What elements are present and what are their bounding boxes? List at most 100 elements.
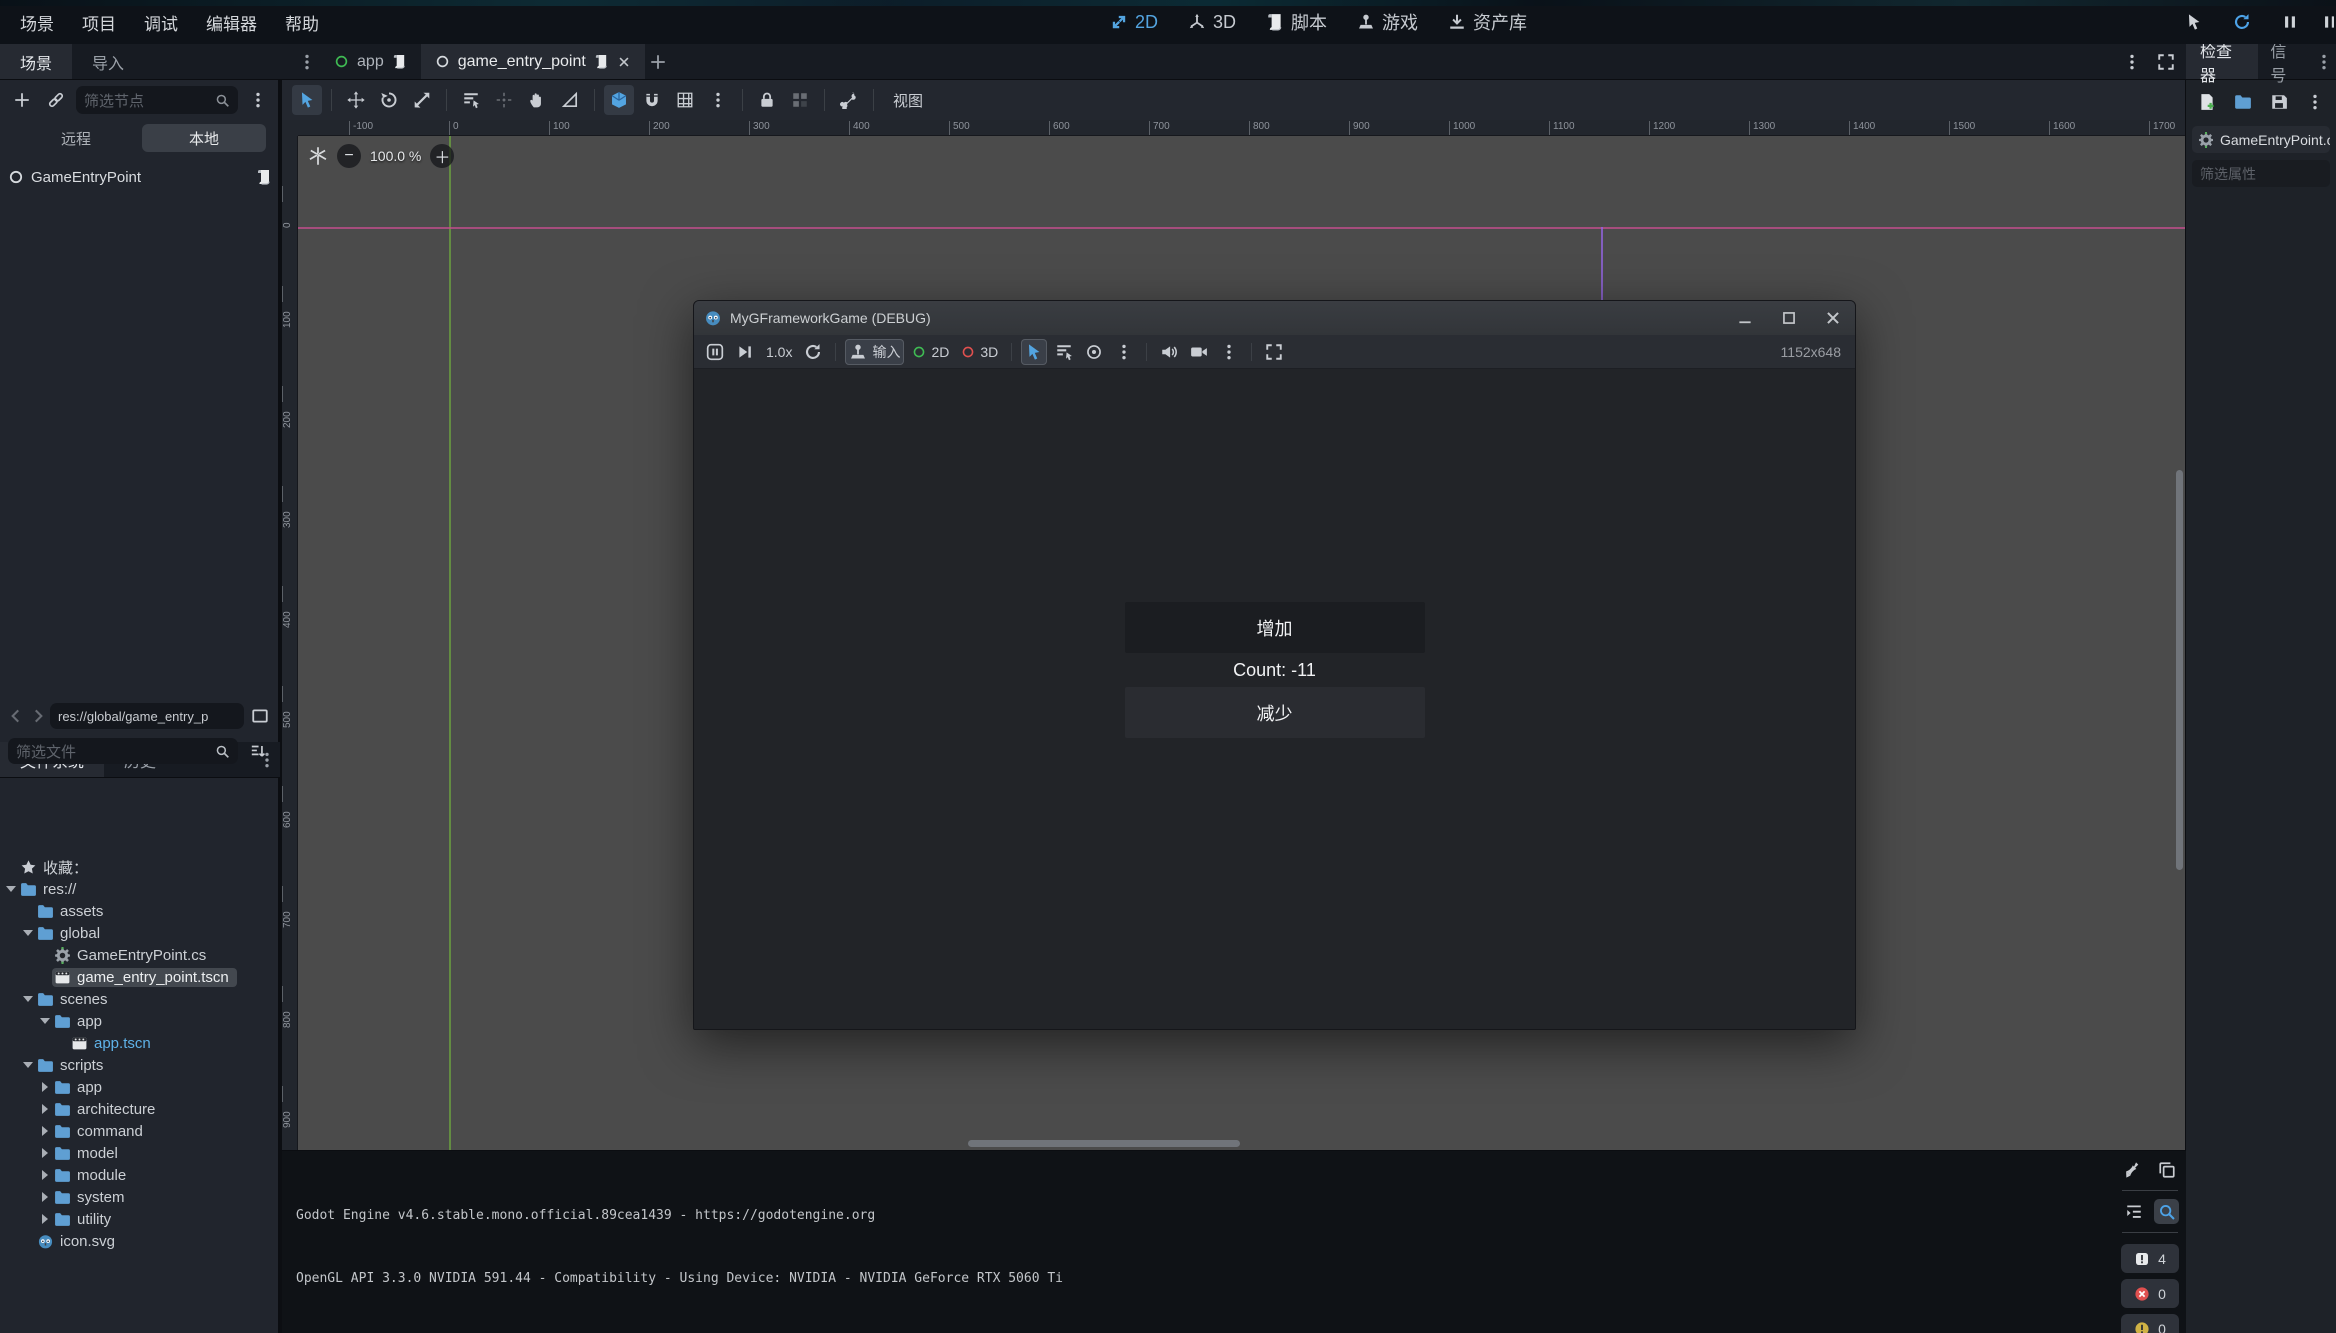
game-list-select-button[interactable] (1051, 339, 1077, 365)
load-resource-button[interactable] (2230, 88, 2256, 116)
zoom-in-button[interactable]: ＋ (430, 144, 454, 168)
file-tree-item-model[interactable]: model (0, 1142, 280, 1164)
copy-output-button[interactable] (2154, 1157, 2179, 1182)
script-icon[interactable] (594, 54, 609, 69)
zoom-out-button[interactable]: − (337, 144, 361, 168)
snap-options-menu-button[interactable] (703, 85, 733, 115)
grid-snap-button[interactable] (670, 85, 700, 115)
dock-tab-scene[interactable]: 场景 (0, 44, 72, 79)
pan-tool-button[interactable] (522, 85, 552, 115)
expand-arrow[interactable] (38, 1170, 52, 1180)
error-count-badge[interactable]: 0 (2121, 1279, 2179, 1308)
embed-fullscreen-button[interactable] (1261, 339, 1287, 365)
mode-2d-button[interactable]: 2D (908, 339, 953, 365)
workspace-2d[interactable]: 2D (1100, 7, 1168, 38)
file-tree-item-res-root[interactable]: res:// (0, 878, 280, 900)
close-button[interactable] (1811, 301, 1855, 335)
clear-output-button[interactable] (2121, 1157, 2146, 1182)
expand-arrow[interactable] (38, 1214, 52, 1224)
group-node-button[interactable] (785, 85, 815, 115)
workspace-script[interactable]: 脚本 (1256, 4, 1337, 40)
expand-arrow[interactable] (38, 1104, 52, 1114)
file-tree-item-gameentrypoint-cs[interactable]: GameEntryPoint.cs (0, 944, 280, 966)
horizontal-scrollbar[interactable] (968, 1140, 1240, 1147)
file-tree-item-scripts[interactable]: scripts (0, 1054, 280, 1076)
scene-tree-root-node[interactable]: GameEntryPoint (0, 164, 280, 190)
remote-button[interactable]: 远程 (14, 124, 138, 152)
scale-tool-button[interactable] (407, 85, 437, 115)
increase-button[interactable]: 增加 (1125, 602, 1425, 653)
expand-arrow[interactable] (21, 996, 35, 1002)
mode-3d-button[interactable]: 3D (957, 339, 1002, 365)
zoom-level[interactable]: 100.0 % (370, 148, 421, 164)
camera-button[interactable] (1186, 339, 1212, 365)
pivot-tool-button[interactable] (489, 85, 519, 115)
scene-tab-game-entry-point[interactable]: game_entry_point (421, 44, 645, 79)
camera-override-button[interactable] (1081, 339, 1107, 365)
reset-speed-button[interactable] (800, 339, 826, 365)
decrease-button[interactable]: 减少 (1125, 687, 1425, 738)
scene-dock-menu-button[interactable] (244, 86, 272, 114)
file-tree-item-scripts-app[interactable]: app (0, 1076, 280, 1098)
canvas-area[interactable]: − 100.0 % ＋ MyGFrameworkGame (DEBUG) (298, 136, 2185, 1150)
ruler-tool-button[interactable] (555, 85, 585, 115)
list-select-tool-button[interactable] (456, 85, 486, 115)
select-tool-button[interactable] (292, 85, 322, 115)
warning-count-badge[interactable]: 0 (2121, 1314, 2179, 1333)
dock-tab-signals[interactable]: 信号 (2258, 44, 2312, 79)
scene-tab-app[interactable]: app (320, 44, 421, 79)
file-tree-item-module[interactable]: module (0, 1164, 280, 1186)
file-tree-item-architecture[interactable]: architecture (0, 1098, 280, 1120)
file-tree-item-assets[interactable]: assets (0, 900, 280, 922)
file-tree-item-favorites[interactable]: 收藏： (0, 856, 280, 878)
expand-arrow[interactable] (38, 1192, 52, 1202)
sort-files-button[interactable] (244, 737, 272, 765)
menu-scene[interactable]: 场景 (10, 6, 64, 39)
menu-help[interactable]: 帮助 (275, 6, 329, 39)
file-tree-item-scenes-app[interactable]: app (0, 1010, 280, 1032)
smart-snap-button[interactable] (604, 85, 634, 115)
script-icon[interactable] (392, 54, 407, 69)
file-tree-item-scenes[interactable]: scenes (0, 988, 280, 1010)
expand-arrow[interactable] (4, 886, 18, 892)
stop-scene-button[interactable] (2325, 9, 2334, 35)
edited-resource-row[interactable]: GameEntryPoint.cs (2192, 126, 2330, 153)
restart-scene-button[interactable] (2229, 9, 2255, 35)
save-resource-button[interactable] (2266, 88, 2292, 116)
tab-overflow-menu-button[interactable] (2118, 48, 2146, 76)
message-count-badge[interactable]: 4 (2121, 1244, 2179, 1273)
pick-cursor-button[interactable] (2181, 9, 2207, 35)
menu-project[interactable]: 项目 (72, 6, 126, 39)
camera-options-menu-button[interactable] (1216, 339, 1242, 365)
tab-list-menu-button[interactable] (294, 44, 320, 79)
local-button[interactable]: 本地 (142, 124, 266, 152)
filter-files-input[interactable]: 筛选文件 (8, 738, 238, 764)
input-mode-button[interactable]: 输入 (845, 339, 904, 365)
dock-tab-inspector[interactable]: 检查器 (2186, 44, 2258, 79)
select-options-menu-button[interactable] (1111, 339, 1137, 365)
move-tool-button[interactable] (341, 85, 371, 115)
workspace-3d[interactable]: 3D (1178, 7, 1246, 38)
suspend-button[interactable] (702, 339, 728, 365)
new-resource-button[interactable] (2194, 88, 2220, 116)
vertical-scrollbar[interactable] (2176, 470, 2183, 870)
path-input[interactable]: res://global/game_entry_p (50, 703, 244, 729)
speed-selector[interactable]: 1.0x (762, 339, 796, 365)
new-scene-tab-button[interactable] (645, 44, 671, 79)
file-tree-item-global[interactable]: global (0, 922, 280, 944)
expand-arrow[interactable] (38, 1126, 52, 1136)
add-node-button[interactable] (8, 86, 36, 114)
menu-editor[interactable]: 编辑器 (196, 6, 267, 39)
skeleton-options-button[interactable] (834, 85, 864, 115)
view-menu-button[interactable]: 视图 (883, 86, 933, 115)
mute-audio-button[interactable] (1156, 339, 1182, 365)
nav-forward-button[interactable] (28, 702, 48, 730)
workspace-assetlib[interactable]: 资产库 (1438, 4, 1537, 40)
filter-nodes-input[interactable]: 筛选节点 (76, 86, 238, 114)
file-tree-item-game-entry-point-tscn[interactable]: game_entry_point.tscn (0, 966, 280, 988)
file-tree-item-utility[interactable]: utility (0, 1208, 280, 1230)
search-output-button[interactable] (2154, 1199, 2179, 1224)
close-icon[interactable] (617, 55, 631, 69)
expand-arrow[interactable] (21, 930, 35, 936)
instance-scene-button[interactable] (42, 86, 70, 114)
